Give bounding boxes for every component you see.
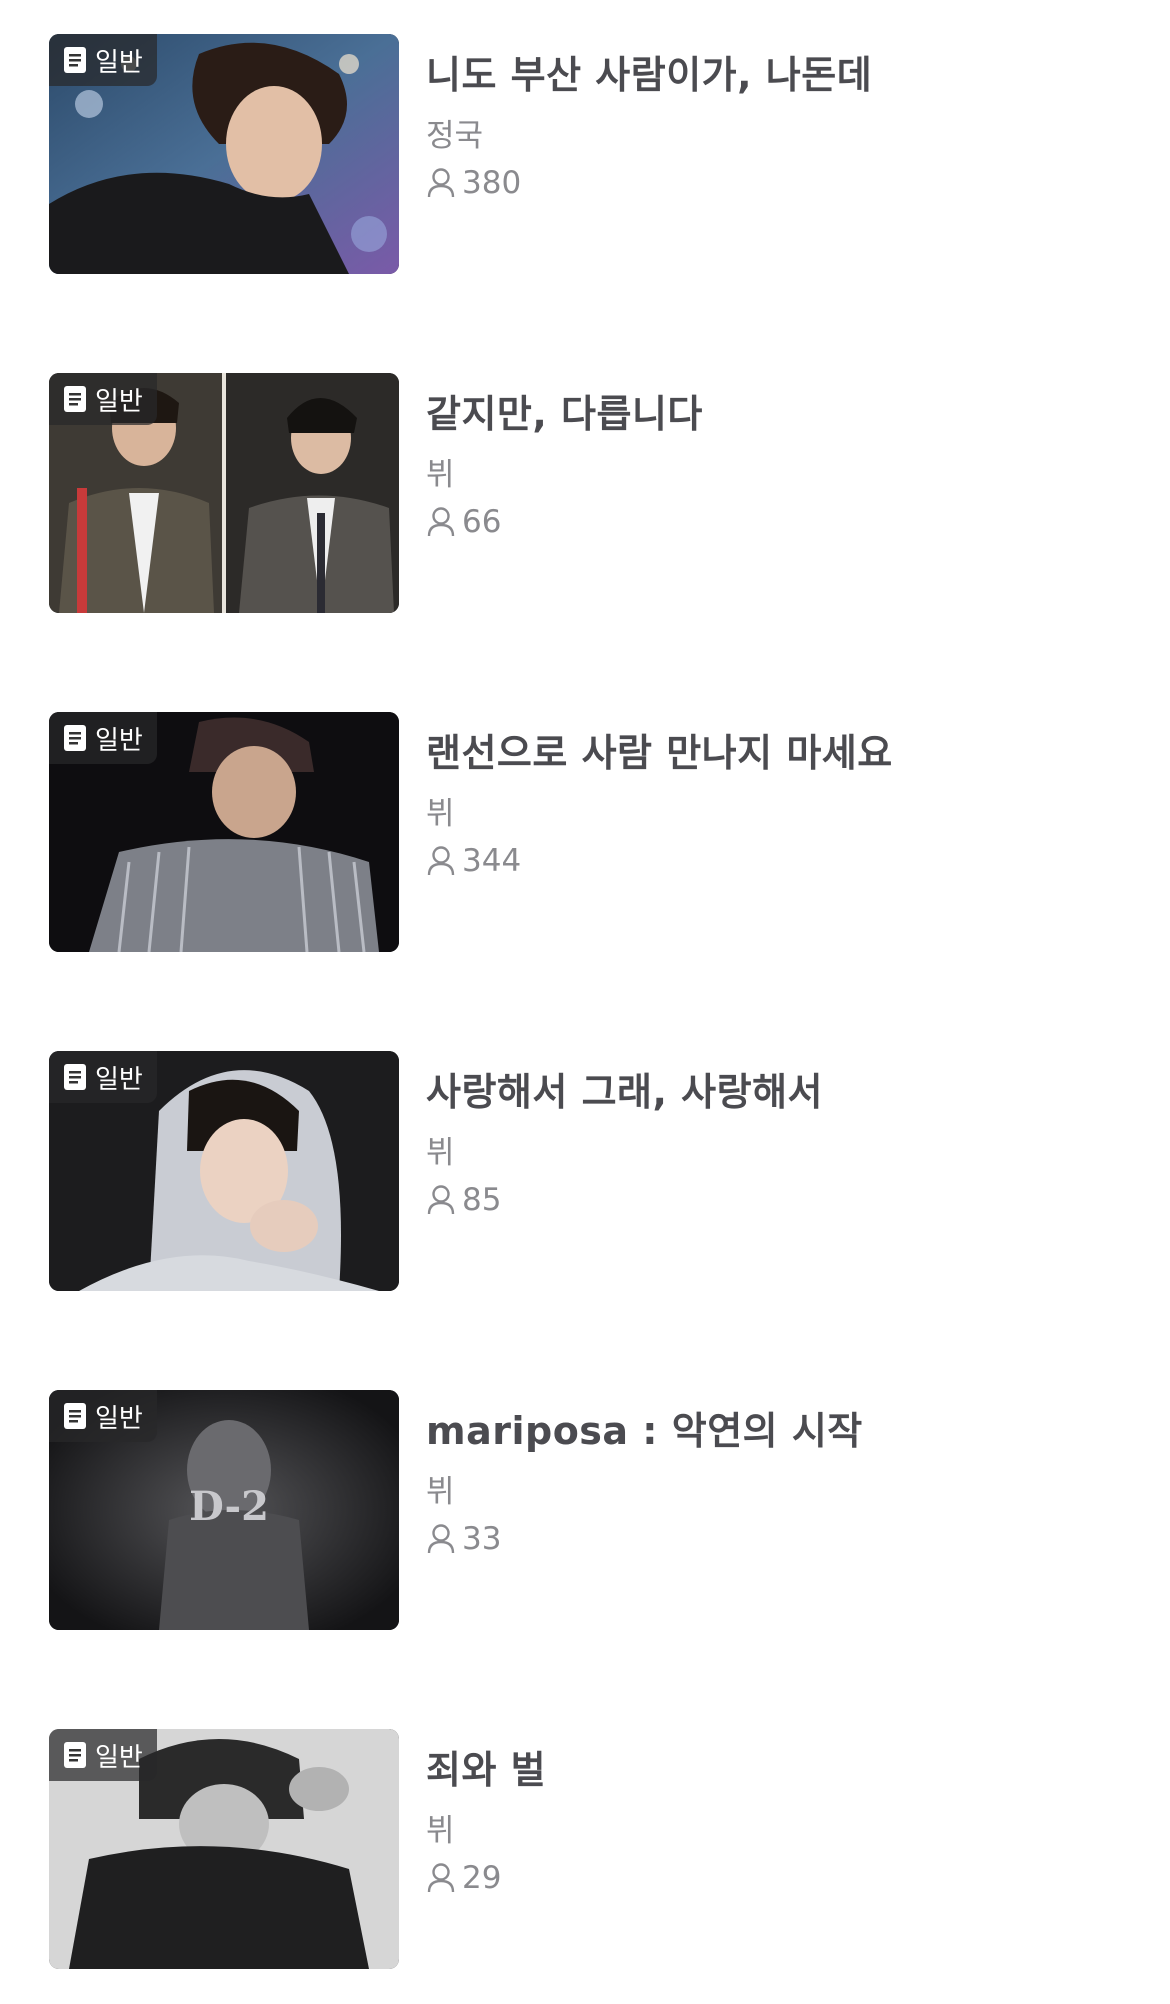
post-author[interactable]: 뷔 <box>426 1127 455 1172</box>
post-author[interactable]: 뷔 <box>426 1466 455 1511</box>
post-list: 일반 니도 부산 사람이가, 나돈데 정국 380 일반 같지만, 다릅니다 뷔… <box>0 0 1170 2004</box>
view-count-value: 85 <box>462 1182 502 1218</box>
post-author[interactable]: 뷔 <box>426 449 455 494</box>
post-thumbnail[interactable]: 일반 <box>49 712 399 952</box>
document-icon <box>64 1742 86 1768</box>
badge-label: 일반 <box>95 1403 143 1434</box>
post-author[interactable]: 뷔 <box>426 1805 455 1850</box>
post-title[interactable]: 사랑해서 그래, 사랑해서 <box>426 1061 823 1116</box>
category-badge: 일반 <box>49 1729 157 1781</box>
document-icon <box>64 386 86 412</box>
badge-label: 일반 <box>95 1742 143 1773</box>
user-icon <box>427 507 455 537</box>
document-icon <box>64 1064 86 1090</box>
badge-label: 일반 <box>95 47 143 78</box>
post-title[interactable]: 같지만, 다릅니다 <box>426 383 703 438</box>
badge-label: 일반 <box>95 386 143 417</box>
post-title[interactable]: 랜선으로 사람 만나지 마세요 <box>426 722 893 777</box>
document-icon <box>64 1403 86 1429</box>
document-icon <box>64 47 86 73</box>
category-badge: 일반 <box>49 34 157 86</box>
post-item[interactable]: 일반 니도 부산 사람이가, 나돈데 정국 380 <box>49 34 1129 274</box>
view-count-value: 29 <box>462 1860 502 1896</box>
post-item[interactable]: 일반 사랑해서 그래, 사랑해서 뷔 85 <box>49 1051 1129 1291</box>
post-title[interactable]: mariposa : 악연의 시작 <box>426 1400 863 1455</box>
user-icon <box>427 168 455 198</box>
user-icon <box>427 1185 455 1215</box>
view-count: 85 <box>426 1182 501 1218</box>
view-count-value: 33 <box>462 1521 502 1557</box>
post-thumbnail[interactable]: 일반 <box>49 34 399 274</box>
post-item[interactable]: 일반 랜선으로 사람 만나지 마세요 뷔 344 <box>49 712 1129 952</box>
user-icon <box>427 1863 455 1893</box>
document-icon <box>64 725 86 751</box>
user-icon <box>427 846 455 876</box>
view-count: 344 <box>426 843 521 879</box>
view-count: 66 <box>426 504 501 540</box>
post-item[interactable]: 일반 죄와 벌 뷔 29 <box>49 1729 1129 1969</box>
view-count-value: 66 <box>462 504 502 540</box>
post-title[interactable]: 니도 부산 사람이가, 나돈데 <box>426 44 872 99</box>
badge-label: 일반 <box>95 725 143 756</box>
post-title[interactable]: 죄와 벌 <box>426 1739 546 1794</box>
view-count-value: 344 <box>462 843 522 879</box>
post-thumbnail[interactable]: 일반 <box>49 373 399 613</box>
post-thumbnail[interactable]: 일반 <box>49 1729 399 1969</box>
post-thumbnail[interactable]: 일반 <box>49 1051 399 1291</box>
badge-label: 일반 <box>95 1064 143 1095</box>
post-author[interactable]: 정국 <box>426 110 483 155</box>
post-item[interactable]: 일반 같지만, 다릅니다 뷔 66 <box>49 373 1129 613</box>
view-count: 29 <box>426 1860 501 1896</box>
category-badge: 일반 <box>49 373 157 425</box>
category-badge: 일반 <box>49 712 157 764</box>
view-count: 380 <box>426 165 521 201</box>
post-thumbnail[interactable]: D-2 일반 <box>49 1390 399 1630</box>
category-badge: 일반 <box>49 1390 157 1442</box>
post-item[interactable]: D-2 일반 mariposa : 악연의 시작 뷔 33 <box>49 1390 1129 1630</box>
view-count-value: 380 <box>462 165 522 201</box>
view-count: 33 <box>426 1521 501 1557</box>
user-icon <box>427 1524 455 1554</box>
thumbnail-text: D-2 <box>189 1483 269 1530</box>
post-author[interactable]: 뷔 <box>426 788 455 833</box>
category-badge: 일반 <box>49 1051 157 1103</box>
